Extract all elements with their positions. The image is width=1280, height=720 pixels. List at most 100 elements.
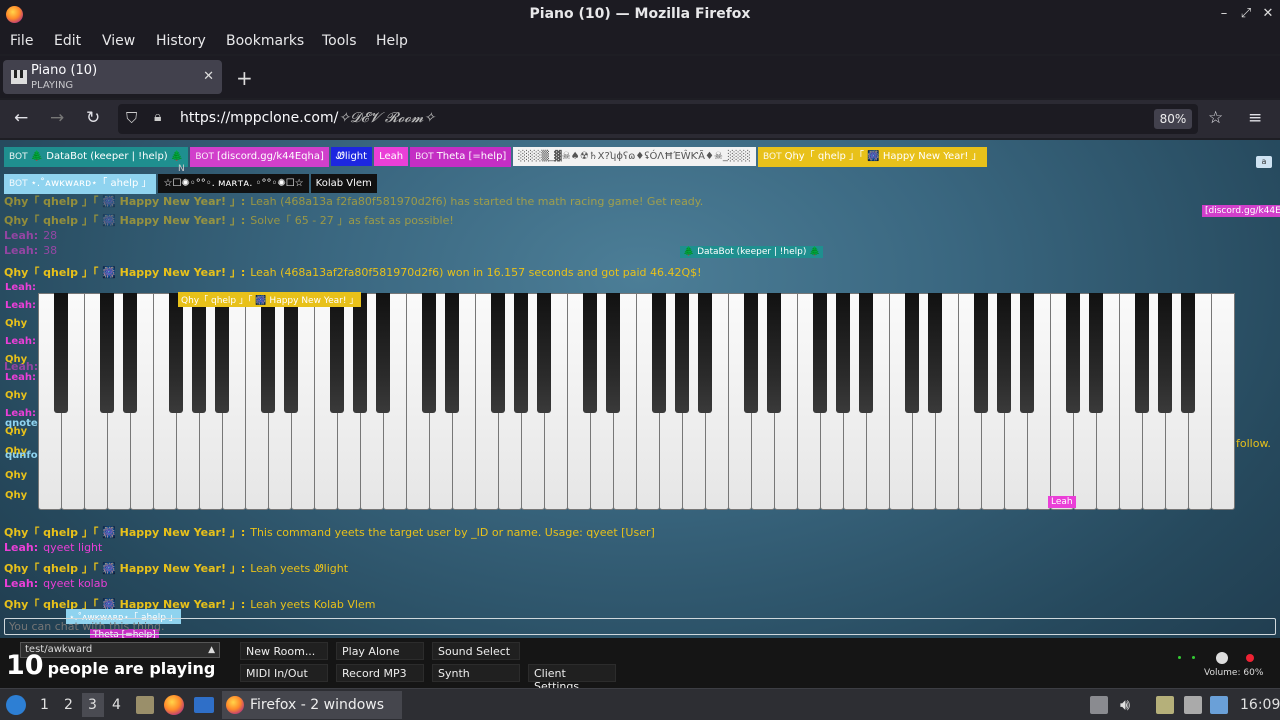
terminal-icon[interactable] [194, 697, 214, 713]
black-key[interactable] [766, 293, 782, 413]
user-tag[interactable]: BOT Qhy「 qhelp 」「 🎆 Happy New Year! 」 [757, 147, 987, 167]
tab-close-icon[interactable]: ✕ [203, 69, 214, 84]
black-key[interactable] [1088, 293, 1104, 413]
user-tag[interactable]: BOT 🌲 DataBot (keeper | !help) 🌲 [4, 147, 189, 167]
minimize-button[interactable]: – [1216, 6, 1232, 21]
hamburger-menu-icon[interactable]: ≡ [1248, 108, 1262, 128]
menu-edit[interactable]: Edit [54, 33, 81, 49]
black-key[interactable] [973, 293, 989, 413]
reload-icon[interactable]: ↻ [86, 108, 100, 128]
workspace-4[interactable]: 4 [112, 697, 121, 713]
desktop-taskbar: 1 2 3 4 Firefox - 2 windows 🔊︎ 16:09 [0, 688, 1280, 720]
menu-tools[interactable]: Tools [322, 33, 357, 49]
black-key[interactable] [536, 293, 552, 413]
black-key[interactable] [996, 293, 1012, 413]
black-key[interactable] [444, 293, 460, 413]
black-key[interactable] [352, 293, 368, 413]
black-key[interactable] [1134, 293, 1150, 413]
workspace-2[interactable]: 2 [64, 697, 73, 713]
synth-button[interactable]: Synth [432, 664, 520, 682]
user-tag[interactable]: ☆☐✺◦°°◦. ᴍᴀʀᴛᴀ. ◦°°◦✺☐☆ [158, 174, 309, 193]
user-tag[interactable]: Kolab Vlem [310, 174, 377, 193]
forward-arrow-icon[interactable]: → [50, 108, 64, 128]
play-alone-button[interactable]: Play Alone [336, 642, 424, 660]
midi-in-out-button[interactable]: MIDI In/Out [240, 664, 328, 682]
back-arrow-icon[interactable]: ← [14, 108, 28, 128]
maximize-button[interactable]: ⤢ [1238, 6, 1254, 21]
menu-file[interactable]: File [10, 33, 33, 49]
firefox-launcher-icon[interactable] [164, 695, 184, 715]
menu-history[interactable]: History [156, 33, 206, 49]
bookmark-star-icon[interactable]: ☆ [1208, 108, 1223, 128]
record-mp3-button[interactable]: Record MP3 [336, 664, 424, 682]
speaker-icon[interactable]: 🔊︎ [1120, 695, 1130, 715]
url-bar[interactable]: ⛉ 🔒︎ https://mppclone.com/✧𝓓𝓔𝓥 𝓡𝓸𝓸𝓶✧ 80% [118, 104, 1198, 134]
new-room-button[interactable]: New Room... [240, 642, 328, 660]
black-key[interactable] [168, 293, 184, 413]
black-key[interactable] [513, 293, 529, 413]
workspace-1[interactable]: 1 [40, 697, 49, 713]
piano-keyboard[interactable] [38, 293, 1235, 510]
close-window-button[interactable]: ✕ [1260, 6, 1276, 21]
black-key[interactable] [1065, 293, 1081, 413]
black-key[interactable] [375, 293, 391, 413]
client-settings-button[interactable]: Client Settings [528, 664, 616, 688]
user-tag[interactable]: BOT ⋆.˚ᴀᴡᴋᴡᴀʀᴅ⋆「 ahelp 」 [4, 174, 157, 194]
tab-title: Piano (10) [31, 63, 98, 78]
display-icon[interactable] [1184, 696, 1202, 714]
tray-up-arrow-icon[interactable] [1090, 696, 1108, 714]
menu-help[interactable]: Help [376, 33, 408, 49]
tab-piano[interactable]: Piano (10) PLAYING ✕ [3, 60, 222, 94]
black-key[interactable] [927, 293, 943, 413]
black-key[interactable] [490, 293, 506, 413]
user-tag[interactable]: BOT [discord.gg/k44Eqha] [190, 147, 329, 167]
new-tab-button[interactable]: + [236, 66, 253, 90]
menu-view[interactable]: View [102, 33, 135, 49]
bottom-control-bar: test/awkward ▲ 10 people are playing New … [0, 638, 1280, 688]
black-key[interactable] [812, 293, 828, 413]
black-key[interactable] [651, 293, 667, 413]
user-tag[interactable]: ░░░▒_▓☠♠☢♄Χ?ʮɸʕɷ♦ʢÓΛĦΈŴƘÃ♦☠_░░░ [513, 147, 756, 166]
user-tag[interactable]: Leah [374, 147, 409, 166]
black-key[interactable] [743, 293, 759, 413]
file-manager-icon[interactable] [136, 696, 154, 714]
black-key[interactable] [1180, 293, 1196, 413]
black-key[interactable] [122, 293, 138, 413]
taskbar-window-firefox[interactable]: Firefox - 2 windows [222, 691, 402, 719]
black-key[interactable] [582, 293, 598, 413]
volume-knob[interactable] [1216, 652, 1228, 664]
white-key[interactable] [1211, 293, 1235, 510]
translate-icon[interactable]: a [1256, 156, 1272, 168]
start-menu-icon[interactable] [6, 695, 26, 715]
black-key[interactable] [283, 293, 299, 413]
chat-message: Leah: qyeet light [4, 541, 102, 554]
black-key[interactable] [858, 293, 874, 413]
user-name: ☆☐✺◦°°◦. ᴍᴀʀᴛᴀ. ◦°°◦✺☐☆ [163, 178, 304, 189]
lock-icon[interactable]: 🔒︎ [154, 109, 161, 125]
black-key[interactable] [835, 293, 851, 413]
black-key[interactable] [260, 293, 276, 413]
user-name: Qhy「 qhelp 」「 🎆 Happy New Year! 」 [784, 151, 982, 162]
black-key[interactable] [53, 293, 69, 413]
black-key[interactable] [329, 293, 345, 413]
user-tag[interactable]: BOT Theta [=help] [410, 147, 512, 167]
black-key[interactable] [1019, 293, 1035, 413]
sound-select-button[interactable]: Sound Select [432, 642, 520, 660]
black-key[interactable] [674, 293, 690, 413]
black-key[interactable] [697, 293, 713, 413]
black-key[interactable] [191, 293, 207, 413]
zoom-level-badge[interactable]: 80% [1154, 109, 1192, 129]
black-key[interactable] [1157, 293, 1173, 413]
black-key[interactable] [605, 293, 621, 413]
clipboard-icon[interactable] [1156, 696, 1174, 714]
network-icon[interactable] [1210, 696, 1228, 714]
workspace-3[interactable]: 3 [88, 697, 97, 713]
black-key[interactable] [99, 293, 115, 413]
black-key[interactable] [904, 293, 920, 413]
black-key[interactable] [421, 293, 437, 413]
black-key[interactable] [214, 293, 230, 413]
menu-bookmarks[interactable]: Bookmarks [226, 33, 304, 49]
shield-icon[interactable]: ⛉ [126, 109, 137, 127]
user-tag[interactable]: Ꮺlight [330, 147, 373, 166]
chat-input[interactable] [4, 618, 1276, 635]
